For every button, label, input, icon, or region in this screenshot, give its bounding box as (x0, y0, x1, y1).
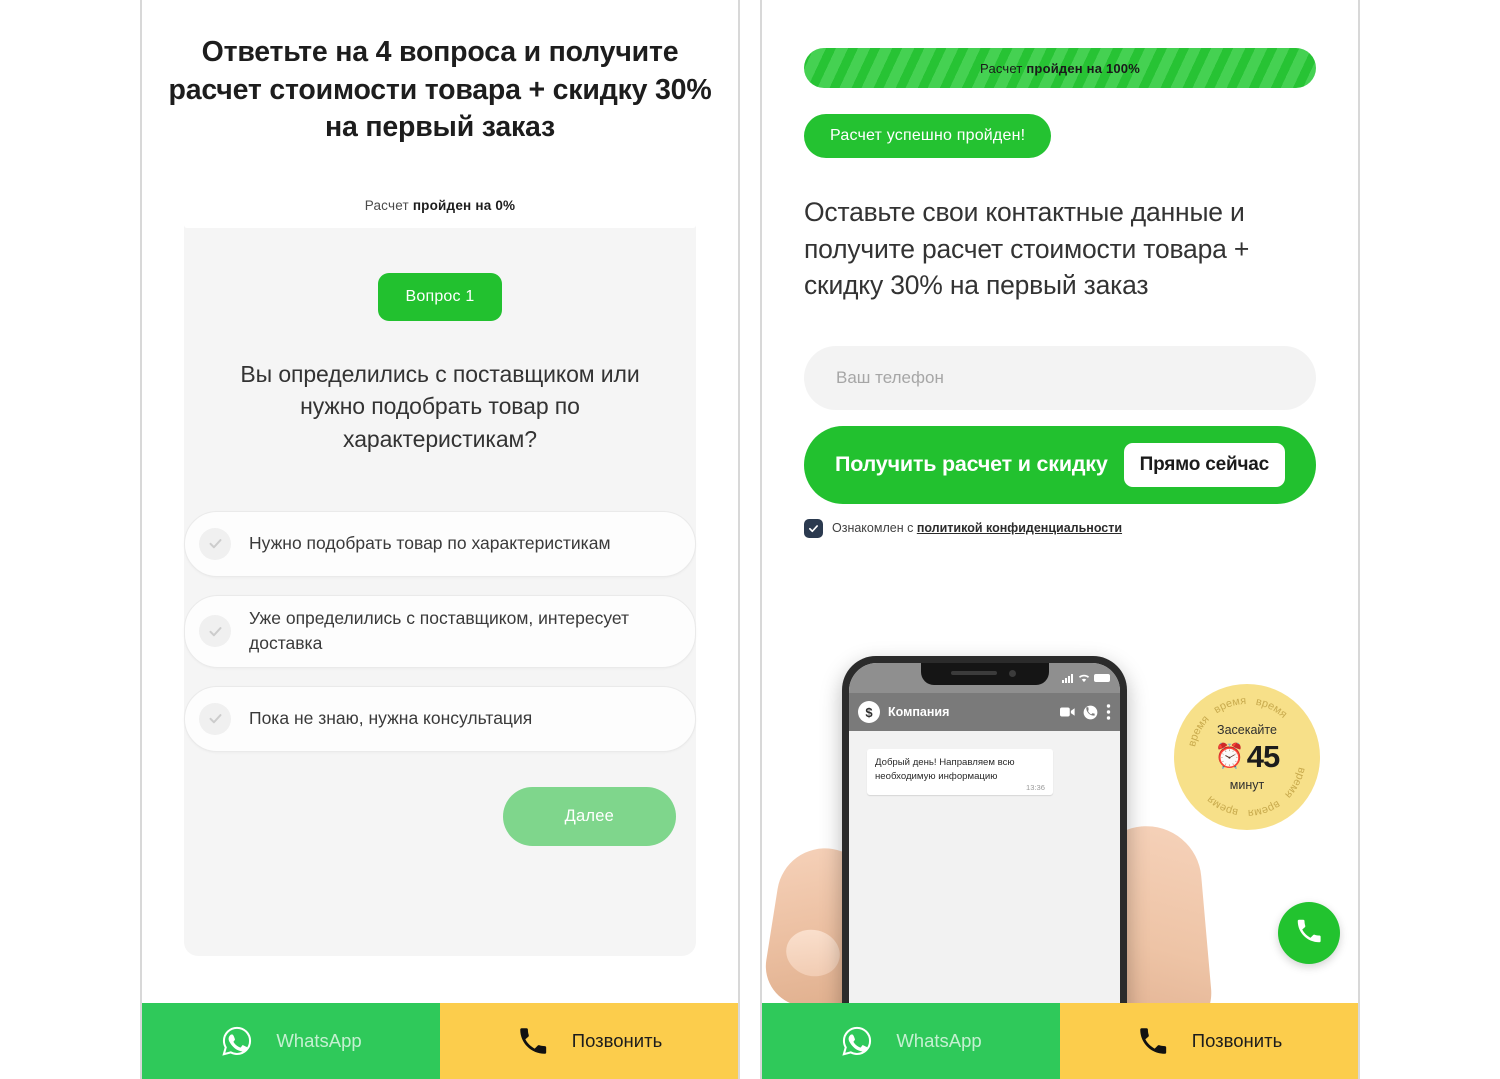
progress-prefix: Расчет (364, 198, 413, 214)
next-button[interactable]: Далее (502, 786, 676, 846)
success-badge-row: Расчет успешно пройден! (804, 114, 1316, 158)
answer-options: Нужно подобрать товар по характеристикам… (184, 510, 696, 752)
progress-bar: Расчет пройден на 0% (184, 183, 696, 228)
call-button[interactable]: Позвонить (1060, 1003, 1358, 1079)
chat-body: Добрый день! Направляем всю необходимую … (849, 731, 1120, 1003)
submit-button-label: Получить расчет и скидку (834, 452, 1108, 477)
wifi-icon (1078, 674, 1090, 683)
bottom-action-bar: WhatsApp Позвонить (142, 1003, 738, 1079)
page-title: Ответьте на 4 вопроса и получите расчет … (168, 36, 712, 144)
screenshot-stage: Ответьте на 4 вопроса и получите расчет … (0, 0, 1500, 1079)
form-title: Оставьте свои контактные данные и получи… (804, 197, 1250, 301)
check-icon (199, 702, 231, 735)
timer-top-label: Засекайте (1217, 722, 1277, 737)
dollar-avatar-icon: $ (858, 701, 880, 723)
check-icon (199, 527, 231, 560)
alarm-clock-icon: ⏰ (1214, 742, 1245, 770)
policy-consent-row[interactable]: Ознакомлен с политикой конфиденциальност… (804, 518, 1316, 538)
call-label: Позвонить (1191, 1030, 1283, 1051)
phone-screen: $ Компания Добрый день! Направляем всю н… (849, 663, 1120, 1003)
chat-title: Компания (888, 705, 950, 719)
whatsapp-label: WhatsApp (896, 1030, 982, 1051)
answer-option[interactable]: Нужно подобрать товар по характеристикам (184, 510, 696, 577)
question-badge-row: Вопрос 1 (184, 272, 696, 321)
answer-option-label: Уже определились с поставщиком, интересу… (249, 607, 630, 654)
contact-form-panel: Расчет пройден на 100% Расчет успешно пр… (760, 0, 1360, 1079)
phone-status-bar (849, 663, 1120, 693)
whatsapp-label: WhatsApp (276, 1030, 362, 1051)
submit-button-chip: Прямо сейчас (1123, 442, 1286, 487)
whatsapp-icon (840, 1024, 874, 1058)
more-vertical-icon (1106, 704, 1111, 720)
progress-bar-complete: Расчет пройден на 100% (804, 48, 1316, 88)
phone-icon (516, 1024, 550, 1058)
next-button-row: Далее (184, 770, 696, 846)
battery-icon (1094, 674, 1110, 682)
check-icon (199, 615, 231, 648)
question-text: Вы определились с поставщиком или нужно … (240, 360, 640, 453)
progress-label: Расчет пройден на 0% (365, 198, 516, 213)
policy-prefix: Ознакомлен с (832, 521, 917, 536)
status-badge: Расчет успешно пройден! (804, 114, 1052, 158)
chat-message-time: 13:36 (1025, 783, 1045, 793)
whatsapp-button[interactable]: WhatsApp (142, 1003, 440, 1079)
floating-call-button[interactable] (1278, 902, 1340, 964)
progress-value: пройден на 100% (1026, 60, 1140, 76)
progress-value: пройден на 0% (412, 198, 516, 214)
timer-badge: время время время время время время Засе… (1174, 684, 1320, 830)
progress-prefix: Расчет (980, 60, 1027, 76)
signal-icon (1062, 673, 1074, 683)
progress-label: Расчет пройден на 100% (980, 61, 1140, 76)
policy-text: Ознакомлен с политикой конфиденциальност… (832, 521, 1122, 535)
phone-notch (920, 663, 1049, 685)
call-button[interactable]: Позвонить (440, 1003, 738, 1079)
policy-link[interactable]: политикой конфиденциальности (917, 521, 1122, 535)
phone-icon (1294, 916, 1324, 951)
phone-call-icon (1083, 705, 1098, 720)
whatsapp-icon (220, 1024, 254, 1058)
timer-value: 45 (1246, 738, 1280, 774)
phone-illustration: $ Компания Добрый день! Направляем всю н… (762, 612, 1358, 1003)
whatsapp-button[interactable]: WhatsApp (762, 1003, 1060, 1079)
earpiece-speaker (950, 671, 997, 675)
quiz-card: Расчет пройден на 0% Вопрос 1 Вы определ… (184, 183, 696, 956)
quiz-panel: Ответьте на 4 вопроса и получите расчет … (140, 0, 740, 1079)
answer-option-label: Нужно подобрать товар по характеристикам (249, 533, 611, 554)
front-camera-icon (1008, 670, 1016, 677)
phone-icon (1136, 1024, 1170, 1058)
timer-bottom-label: минут (1229, 777, 1265, 792)
video-call-icon (1060, 706, 1075, 718)
chat-message-text: Добрый день! Направляем всю необходимую … (875, 757, 1015, 782)
question-number-badge: Вопрос 1 (377, 272, 503, 321)
phone-mockup: $ Компания Добрый день! Направляем всю н… (842, 656, 1127, 1003)
call-label: Позвонить (571, 1030, 663, 1051)
phone-input[interactable] (804, 345, 1316, 410)
chat-app-bar: $ Компания (849, 693, 1120, 731)
answer-option-label: Пока не знаю, нужна консультация (249, 708, 533, 729)
bottom-action-bar: WhatsApp Позвонить (762, 1003, 1358, 1079)
policy-checkbox[interactable] (804, 518, 823, 538)
progress-wrap: Расчет пройден на 0% (184, 183, 696, 228)
check-icon (809, 524, 818, 532)
answer-option[interactable]: Пока не знаю, нужна консультация (184, 685, 696, 752)
submit-button[interactable]: Получить расчет и скидку Прямо сейчас (804, 425, 1316, 504)
answer-option[interactable]: Уже определились с поставщиком, интересу… (184, 594, 696, 668)
timer-value-row: ⏰ 45 (1214, 738, 1280, 775)
chat-message-bubble: Добрый день! Направляем всю необходимую … (867, 749, 1053, 796)
